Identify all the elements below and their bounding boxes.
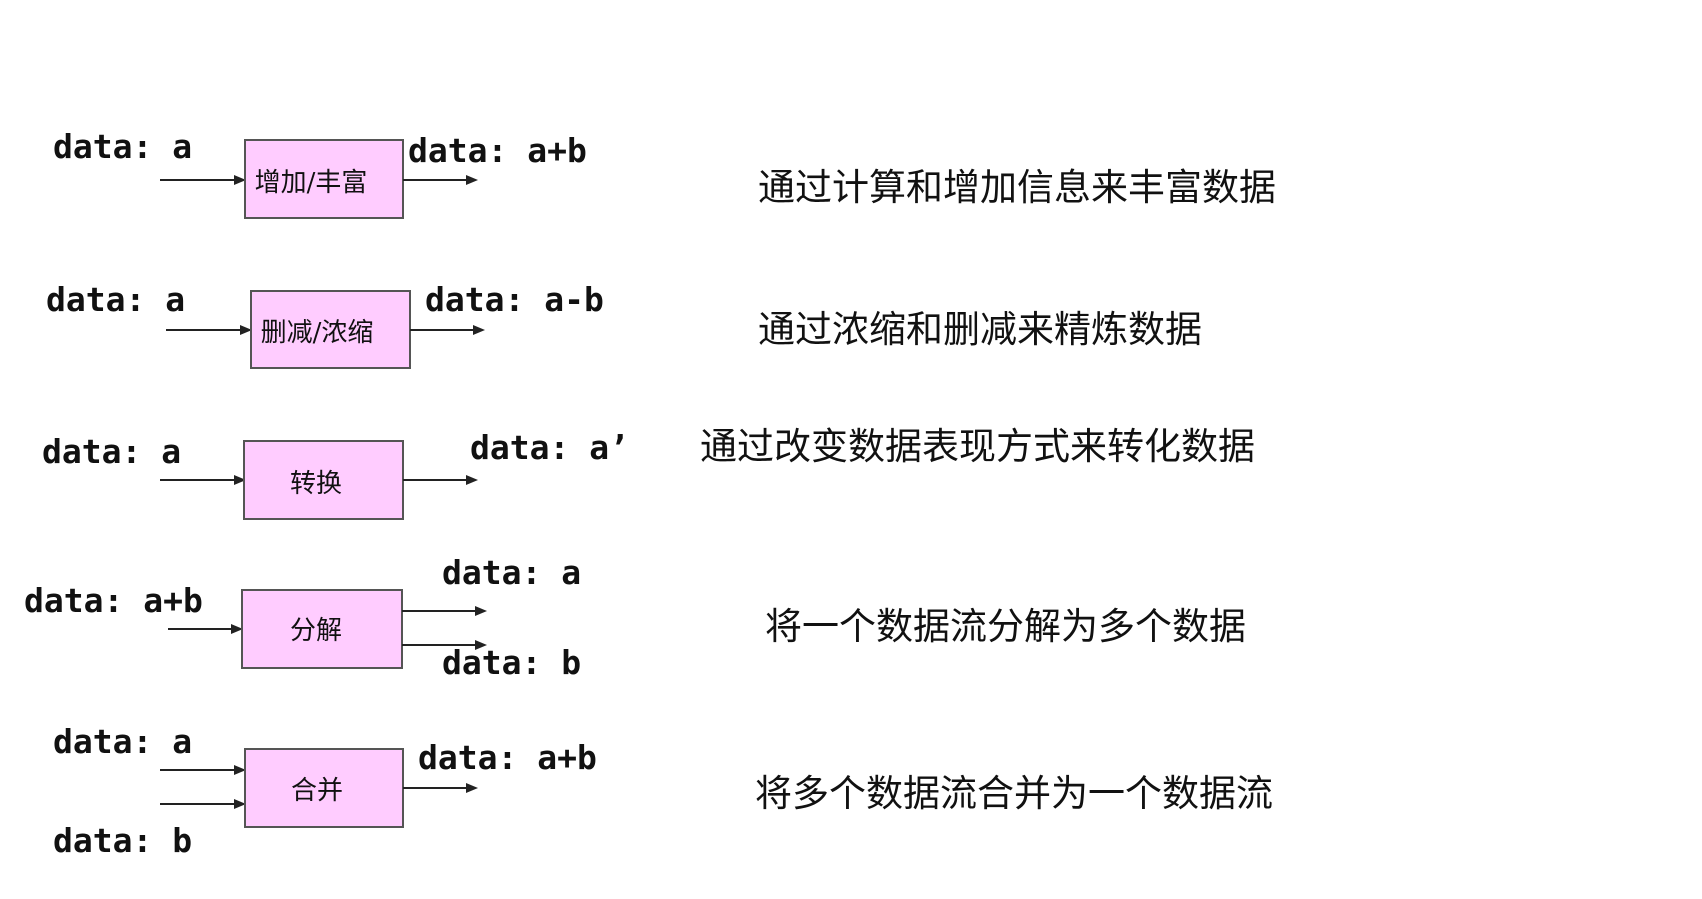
- row-transform: data: a 转换 data: a’ 通过改变数据表现方式来转化数据: [42, 425, 1255, 520]
- output-label: data: a+b: [408, 131, 587, 170]
- process-label: 分解: [290, 616, 342, 646]
- output-label: data: a’: [470, 428, 629, 467]
- input-label: data: a: [53, 127, 192, 166]
- output-label-b: data: b: [442, 643, 581, 682]
- description: 通过计算和增加信息来丰富数据: [758, 166, 1276, 209]
- output-arrow-head: [473, 325, 485, 335]
- row-reduce: data: a 删减/浓缩 data: a-b 通过浓缩和删减来精炼数据: [46, 280, 1202, 369]
- output-label: data: a-b: [425, 280, 604, 319]
- output-arrow-head-a: [475, 606, 487, 616]
- output-label-a: data: a: [442, 553, 581, 592]
- process-label: 增加/丰富: [255, 168, 368, 198]
- process-label: 删减/浓缩: [261, 318, 374, 348]
- output-arrow-head: [466, 783, 478, 793]
- input-label: data: a: [42, 432, 181, 471]
- description: 通过改变数据表现方式来转化数据: [700, 425, 1255, 468]
- output-arrow-head: [466, 475, 478, 485]
- input-label: data: a: [46, 280, 185, 319]
- input-label-b: data: b: [53, 821, 192, 860]
- input-label-a: data: a: [53, 722, 192, 761]
- row-split: data: a+b 分解 data: a data: b 将一个数据流分解为多个…: [24, 553, 1246, 682]
- process-label: 转换: [290, 469, 342, 499]
- row-enrich: data: a 增加/丰富 data: a+b 通过计算和增加信息来丰富数据: [53, 127, 1276, 219]
- output-arrow-head: [466, 175, 478, 185]
- row-merge: data: a data: b 合并 data: a+b 将多个数据流合并为一个…: [53, 722, 1273, 860]
- description: 通过浓缩和删减来精炼数据: [758, 308, 1202, 351]
- input-label: data: a+b: [24, 581, 203, 620]
- description: 将多个数据流合并为一个数据流: [755, 772, 1273, 815]
- process-label: 合并: [291, 776, 343, 806]
- description: 将一个数据流分解为多个数据: [765, 605, 1246, 648]
- output-label: data: a+b: [418, 738, 597, 777]
- data-flow-diagram: data: a 增加/丰富 data: a+b 通过计算和增加信息来丰富数据 d…: [24, 127, 1276, 860]
